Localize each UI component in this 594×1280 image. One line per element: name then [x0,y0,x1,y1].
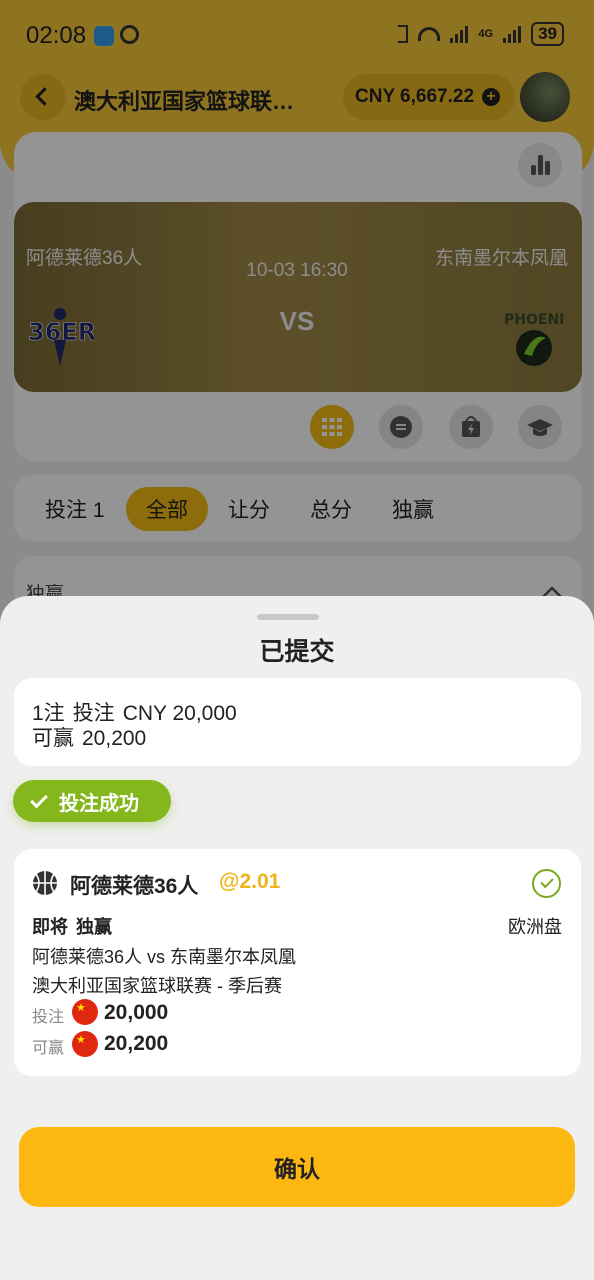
bet-league: 澳大利亚国家篮球联赛 - 季后赛 [32,976,282,996]
bet-stake-value: 20,000 [104,1001,169,1024]
bet-stake-label: 投注 [32,1009,65,1026]
bet-matchup: 阿德莱德36人 vs 东南墨尔本凤凰 [32,947,297,967]
success-text: 投注成功 [59,792,139,815]
bet-type: 独赢 [76,917,112,937]
cn-flag-icon [72,999,98,1025]
basketball-icon [33,871,57,895]
bet-market-type: 欧洲盘 [508,917,562,937]
bet-odds: @2.01 [219,870,281,893]
sheet-title: 已提交 [259,638,335,666]
bet-selection: 阿德莱德36人 [70,875,199,898]
check-circle-icon [532,869,561,898]
bet-win-label: 可赢 [32,1040,65,1057]
win-label: 可赢 [32,727,74,750]
check-icon [30,790,48,808]
bet-win-value: 20,200 [104,1032,169,1055]
bet-timing: 即将 [32,917,68,937]
success-badge: 投注成功 [13,780,171,822]
sheet-drag-handle[interactable] [257,614,319,620]
cn-flag-icon [72,1031,98,1057]
confirm-button[interactable]: 确认 [19,1127,575,1207]
summary-win-line: 可赢 20,200 [32,722,154,752]
win-amount: 20,200 [82,727,147,750]
bet-type-line: 即将 独赢 [32,913,120,939]
